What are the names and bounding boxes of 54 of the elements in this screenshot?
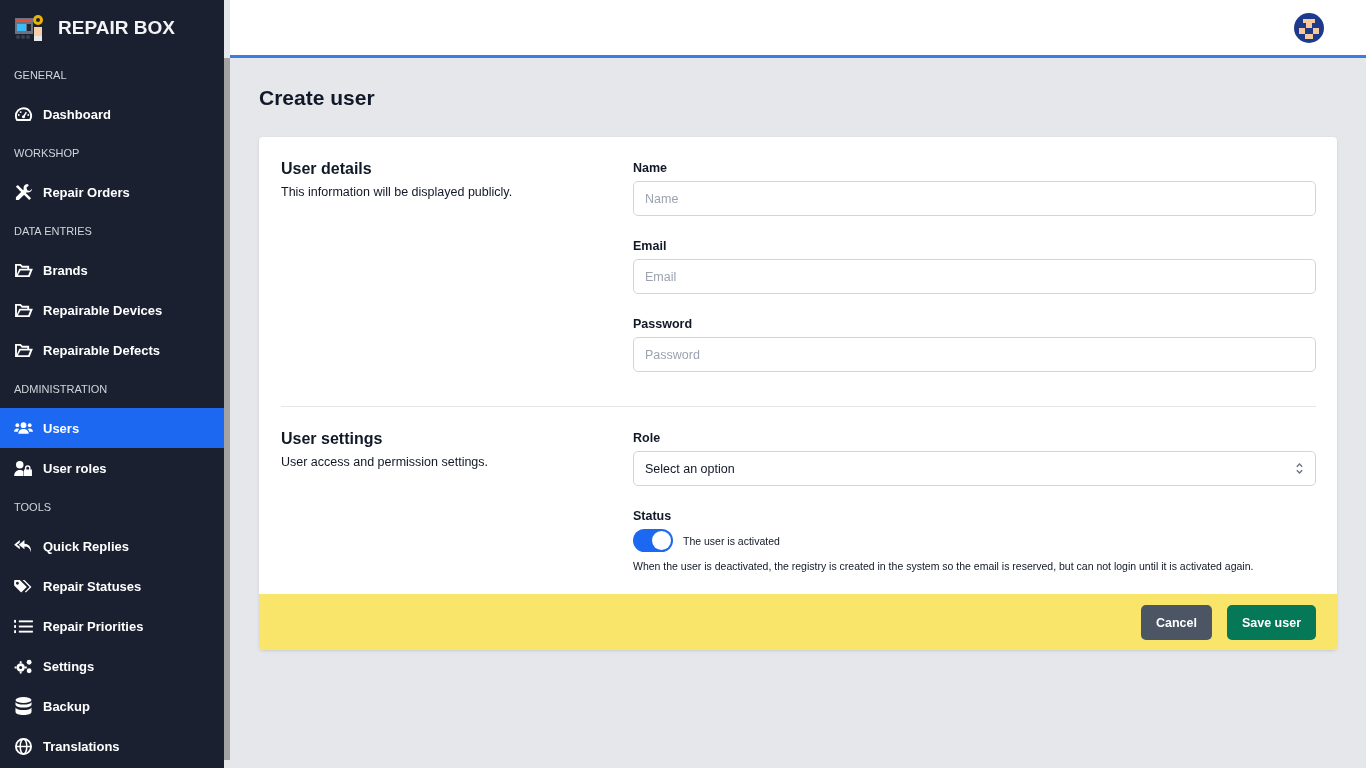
field-label: Password [633,317,694,331]
section-heading: GENERAL [13,68,68,83]
nav-item[interactable]: Translations [0,726,224,766]
user-lock-icon [14,460,33,476]
tags-icon [14,578,33,594]
save-button[interactable]: Save user [1226,605,1316,640]
field-label: Role [633,431,662,445]
gauge-icon [14,106,33,122]
field-label: Status [633,509,673,523]
nav-item[interactable]: Dashboard [0,94,224,134]
tools-icon [14,182,33,202]
cancel-button[interactable]: Cancel [1140,605,1212,640]
text-field[interactable]: Password [633,337,1316,372]
page-title: Create user [259,85,376,111]
scrollbar[interactable] [224,58,230,760]
nav-item[interactable]: Brands [0,250,224,290]
section-title: User settings [281,429,384,449]
section-description: This information will be displayed publicly. [281,185,514,199]
avatar-icon[interactable] [1294,12,1324,43]
nav-item[interactable]: User roles [0,448,224,488]
database-icon [14,697,33,715]
nav-item[interactable]: Repairable Defects [0,330,224,370]
field-label: Name [633,161,669,175]
reply-all-icon [14,538,33,554]
field-label: Email [633,239,668,253]
numbered-list-icon [14,618,33,634]
text-field[interactable]: Email [633,259,1316,294]
section-title: User details [281,159,373,179]
nav-item[interactable]: Repair Priorities [0,606,224,646]
nav-item[interactable]: Backup [0,686,224,726]
help-text: When the user is deactivated, the registry is created in the system so the email is reserved, but can not login until it is activated again. [633,560,1255,572]
folder-icon [14,302,33,318]
nav-item[interactable]: Users [0,408,224,448]
globe-icon [14,737,33,755]
logo-icon [14,14,44,42]
folder-icon [14,342,33,358]
section-heading: DATA ENTRIES [13,224,93,239]
select-field[interactable]: Select an option [633,451,1316,486]
nav-item[interactable]: Repairable Devices [0,290,224,330]
text-field[interactable]: Name [633,181,1316,216]
toggle-switch[interactable] [633,529,673,552]
users-icon [14,421,33,435]
nav-item[interactable]: Repair Statuses [0,566,224,606]
chevron-icon [1295,462,1304,475]
folder-icon [14,262,33,278]
toggle-label: The user is activated [683,534,780,547]
section-heading: WORKSHOP [13,146,81,161]
section-heading: ADMINISTRATION [13,382,109,397]
nav-item[interactable]: Settings [0,646,224,686]
section-description: User access and permission settings. [281,455,490,469]
section-heading: TOOLS [13,500,53,515]
nav-item[interactable]: Quick Replies [0,526,224,566]
nav-item[interactable]: Repair Orders [0,172,224,212]
app-title: REPAIR BOX [58,17,175,39]
